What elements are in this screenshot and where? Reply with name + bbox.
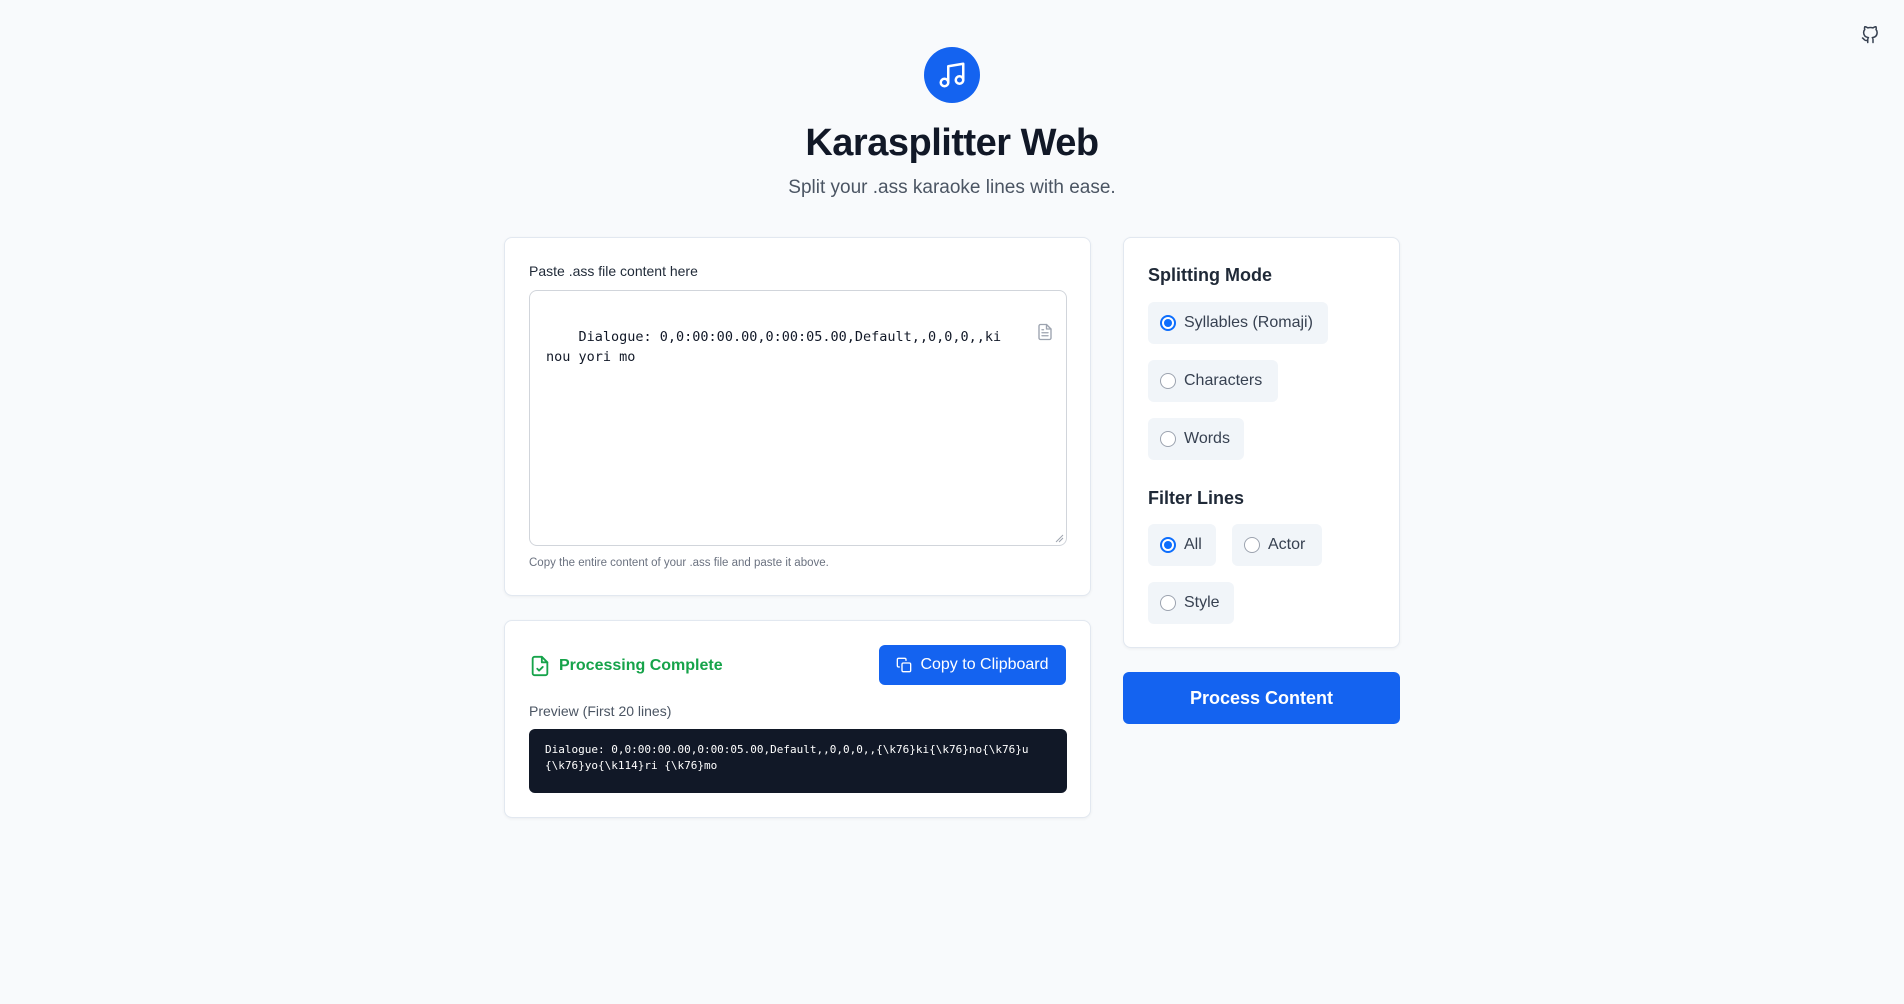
output-card: Processing Complete Copy to Clipboard Pr…	[504, 620, 1091, 818]
radio-label: Style	[1184, 594, 1220, 611]
filter-lines-title: Filter Lines	[1148, 488, 1245, 508]
radio-words[interactable]: Words	[1148, 418, 1244, 460]
radio-label: Syllables (Romaji)	[1184, 314, 1313, 331]
preview-output: Dialogue: 0,0:00:00.00,0:00:05.00,Defaul…	[529, 729, 1067, 793]
page-subtitle: Split your .ass karaoke lines with ease.	[788, 177, 1116, 198]
radio-filter-actor[interactable]: Actor	[1232, 524, 1322, 566]
app-logo	[924, 47, 980, 103]
radio-indicator	[1160, 315, 1176, 331]
radio-label: Words	[1184, 430, 1230, 447]
radio-indicator	[1160, 373, 1176, 389]
radio-indicator	[1160, 537, 1176, 553]
radio-indicator	[1244, 537, 1260, 553]
radio-label: Characters	[1184, 372, 1263, 389]
process-content-button[interactable]: Process Content	[1123, 672, 1400, 724]
file-check-icon	[531, 655, 549, 677]
processing-status: Processing Complete	[529, 655, 723, 677]
splitting-mode-title: Splitting Mode	[1148, 265, 1272, 285]
radio-indicator	[1160, 431, 1176, 447]
radio-filter-style[interactable]: Style	[1148, 582, 1234, 624]
music-note-icon	[939, 62, 965, 88]
status-text: Processing Complete	[559, 657, 723, 674]
copy-to-clipboard-button[interactable]: Copy to Clipboard	[879, 645, 1066, 685]
input-help-text: Copy the entire content of your .ass fil…	[529, 557, 829, 569]
input-card: Paste .ass file content here Dialogue: 0…	[504, 237, 1091, 596]
radio-indicator	[1160, 595, 1176, 611]
options-card: Splitting Mode Syllables (Romaji) Charac…	[1123, 237, 1400, 648]
radio-label: Actor	[1268, 536, 1306, 553]
document-icon	[1038, 323, 1052, 341]
preview-label: Preview (First 20 lines)	[529, 703, 672, 719]
radio-syllables[interactable]: Syllables (Romaji)	[1148, 302, 1328, 344]
paste-file-button[interactable]	[987, 303, 1054, 367]
page-header: Karasplitter Web Split your .ass karaoke…	[0, 47, 1904, 201]
input-label: Paste .ass file content here	[529, 263, 698, 279]
resize-handle-icon[interactable]	[1054, 533, 1064, 543]
copy-icon	[897, 657, 912, 673]
page-title: Karasplitter Web	[805, 122, 1099, 164]
copy-button-label: Copy to Clipboard	[920, 656, 1049, 673]
github-icon	[1861, 26, 1878, 44]
ass-content-textarea[interactable]: Dialogue: 0,0:00:00.00,0:00:05.00,Defaul…	[529, 290, 1067, 546]
radio-characters[interactable]: Characters	[1148, 360, 1278, 402]
radio-filter-all[interactable]: All	[1148, 524, 1216, 566]
github-link[interactable]	[1859, 24, 1881, 46]
radio-label: All	[1184, 536, 1202, 553]
ass-content-value: Dialogue: 0,0:00:00.00,0:00:05.00,Defaul…	[546, 329, 1002, 365]
